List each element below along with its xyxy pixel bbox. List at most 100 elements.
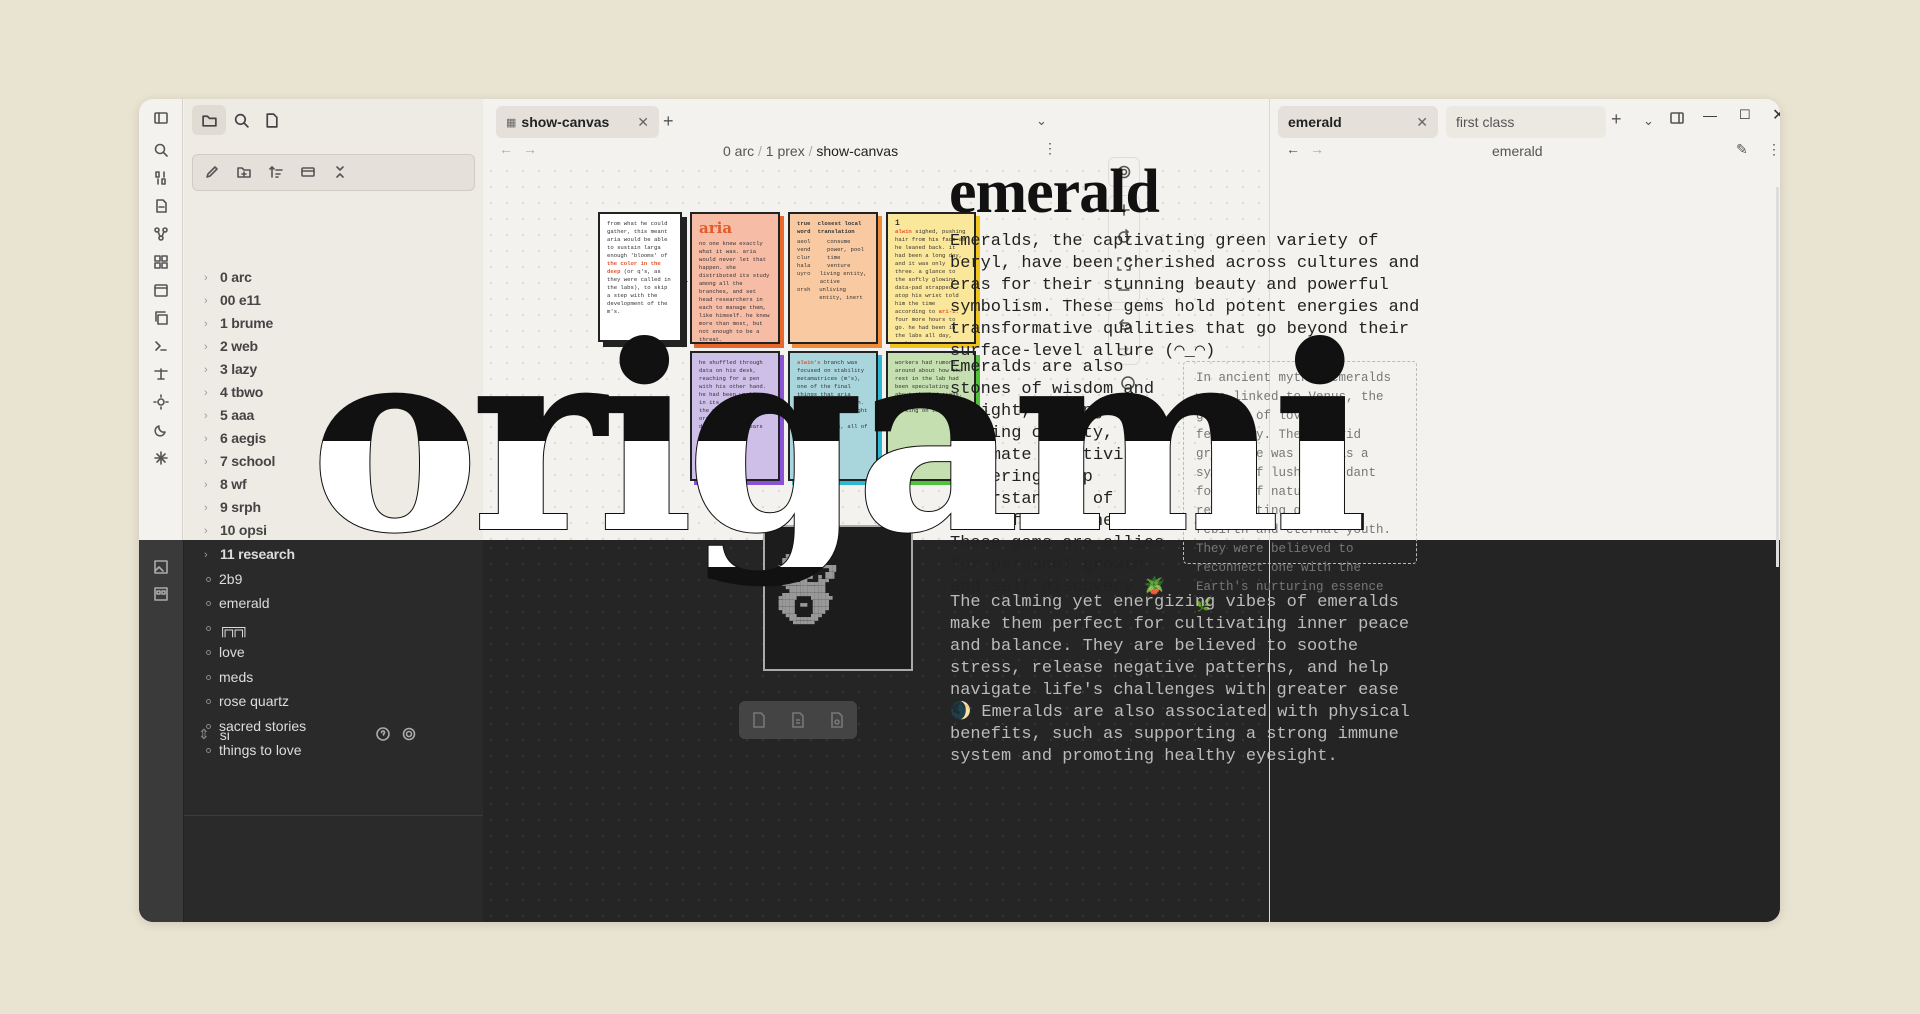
- scale-icon[interactable]: [150, 363, 172, 385]
- forward-arrow-icon[interactable]: →: [523, 141, 537, 157]
- folder-item[interactable]: › 4 tbwo: [204, 384, 263, 400]
- add-note-icon[interactable]: [788, 710, 808, 730]
- folder-item[interactable]: › 9 srph: [204, 499, 261, 515]
- arrow-connector: ▸: [683, 276, 689, 287]
- folder-label: 0 arc: [220, 269, 252, 285]
- folder-item[interactable]: › 1 brume: [204, 315, 273, 331]
- folder-item[interactable]: › 11 research: [204, 546, 295, 562]
- folder-item[interactable]: › 7 school: [204, 453, 275, 469]
- vault-switcher[interactable]: ⇕ si: [198, 726, 230, 743]
- file-label: things to love: [219, 742, 302, 758]
- copy-icon[interactable]: [150, 307, 172, 329]
- forward-arrow-icon[interactable]: →: [1310, 141, 1324, 157]
- tab-emerald[interactable]: emerald ✕: [1278, 106, 1438, 138]
- file-import-icon[interactable]: [150, 195, 172, 217]
- breadcrumb-item[interactable]: 1 prex: [766, 143, 805, 159]
- file-item[interactable]: love: [206, 644, 245, 660]
- file-dot-icon: [206, 600, 211, 606]
- folder-item[interactable]: › 5 aaa: [204, 407, 254, 423]
- new-folder-icon[interactable]: [233, 161, 255, 183]
- file-dot-icon: [206, 747, 211, 753]
- chevron-right-icon: ›: [204, 549, 208, 561]
- terminal-icon[interactable]: [150, 335, 172, 357]
- back-arrow-icon[interactable]: ←: [499, 141, 513, 157]
- sort-icon[interactable]: [265, 161, 287, 183]
- file-item[interactable]: rose quartz: [206, 693, 289, 709]
- file-icon: [265, 112, 278, 128]
- more-options-icon[interactable]: ⋮: [1767, 141, 1780, 158]
- files-tab[interactable]: [192, 105, 226, 135]
- folder-label: 6 aegis: [220, 430, 267, 446]
- folder-label: 8 wf: [220, 476, 247, 492]
- new-note-icon[interactable]: [201, 161, 223, 183]
- file-item[interactable]: 2b9: [206, 571, 242, 587]
- back-arrow-icon[interactable]: ←: [1286, 141, 1300, 157]
- chevron-down-icon[interactable]: ⌄: [1643, 113, 1654, 129]
- close-icon[interactable]: ✕: [1416, 114, 1428, 131]
- new-tab-icon[interactable]: +: [663, 111, 674, 132]
- folder-item[interactable]: › 0 arc: [204, 269, 252, 285]
- new-tab-icon[interactable]: +: [1611, 109, 1622, 130]
- file-item[interactable]: meds: [206, 669, 253, 685]
- edit-icon[interactable]: ✎: [1736, 141, 1748, 158]
- note-header-title: emerald: [1492, 143, 1543, 159]
- table-cell: living entity, active: [819, 270, 867, 285]
- snowflake-icon[interactable]: [150, 447, 172, 469]
- scrollbar[interactable]: [1776, 187, 1779, 567]
- breadcrumb-item[interactable]: 0 arc: [723, 143, 754, 159]
- split-view-icon[interactable]: [1666, 107, 1688, 129]
- folder-item[interactable]: › 00 e11: [204, 292, 261, 308]
- binary-icon[interactable]: [150, 167, 172, 189]
- sidebar-toggle-icon[interactable]: [150, 107, 172, 129]
- search-icon: [234, 113, 249, 128]
- vault-name: si: [219, 726, 230, 743]
- collapse-all-icon[interactable]: [329, 161, 351, 183]
- close-icon[interactable]: ✕: [637, 114, 649, 131]
- close-window-icon[interactable]: ✕: [1772, 105, 1780, 125]
- note-paragraph: The calming yet energizing vibes of emer…: [950, 593, 1410, 766]
- divider: [184, 815, 483, 816]
- sun-icon[interactable]: [150, 391, 172, 413]
- file-item[interactable]: ╔╦╗: [206, 620, 249, 636]
- folder-label: 2 web: [220, 338, 258, 354]
- file-dot-icon: [206, 649, 211, 655]
- folder-item[interactable]: › 3 lazy: [204, 361, 257, 377]
- file-item[interactable]: emerald: [206, 595, 270, 611]
- chevron-down-icon[interactable]: ⌄: [1036, 113, 1047, 129]
- layout-icon[interactable]: [150, 583, 172, 605]
- file-label: rose quartz: [219, 693, 290, 709]
- add-card-icon[interactable]: [749, 710, 769, 730]
- moon-icon[interactable]: [150, 419, 172, 441]
- tab-first-class[interactable]: first class: [1446, 106, 1606, 138]
- folder-item[interactable]: › 10 opsi: [204, 522, 267, 538]
- gear-icon[interactable]: [398, 723, 420, 745]
- graph-icon[interactable]: [150, 223, 172, 245]
- card-highlight: alwin: [895, 228, 912, 235]
- folder-label: 00 e11: [220, 292, 261, 308]
- tab-show-canvas[interactable]: ▦ show-canvas ✕: [496, 106, 659, 138]
- chevron-right-icon: ›: [204, 341, 208, 353]
- minimize-icon[interactable]: —: [1703, 107, 1717, 123]
- chevron-right-icon: ›: [204, 410, 208, 422]
- chevron-right-icon: ›: [204, 525, 208, 537]
- file-label: meds: [219, 669, 254, 685]
- folder-item[interactable]: › 2 web: [204, 338, 258, 354]
- bookmarks-tab[interactable]: [254, 105, 288, 135]
- auto-reveal-icon[interactable]: [297, 161, 319, 183]
- image-icon[interactable]: [150, 556, 172, 578]
- help-icon[interactable]: [372, 723, 394, 745]
- search-tab[interactable]: [224, 105, 258, 135]
- chevron-right-icon: ›: [204, 456, 208, 468]
- add-media-icon[interactable]: [827, 710, 847, 730]
- chevron-right-icon: ›: [204, 479, 208, 491]
- folder-item[interactable]: › 6 aegis: [204, 430, 266, 446]
- table-header: true word: [797, 220, 811, 235]
- table-cell: aeol: [797, 238, 811, 245]
- canvas-icon[interactable]: [150, 251, 172, 273]
- folder-item[interactable]: › 8 wf: [204, 476, 247, 492]
- maximize-icon[interactable]: ☐: [1739, 107, 1751, 123]
- calendar-icon[interactable]: [150, 279, 172, 301]
- search-icon[interactable]: [150, 139, 172, 161]
- file-item[interactable]: things to love: [206, 742, 302, 758]
- more-options-icon[interactable]: ⋮: [1043, 140, 1057, 157]
